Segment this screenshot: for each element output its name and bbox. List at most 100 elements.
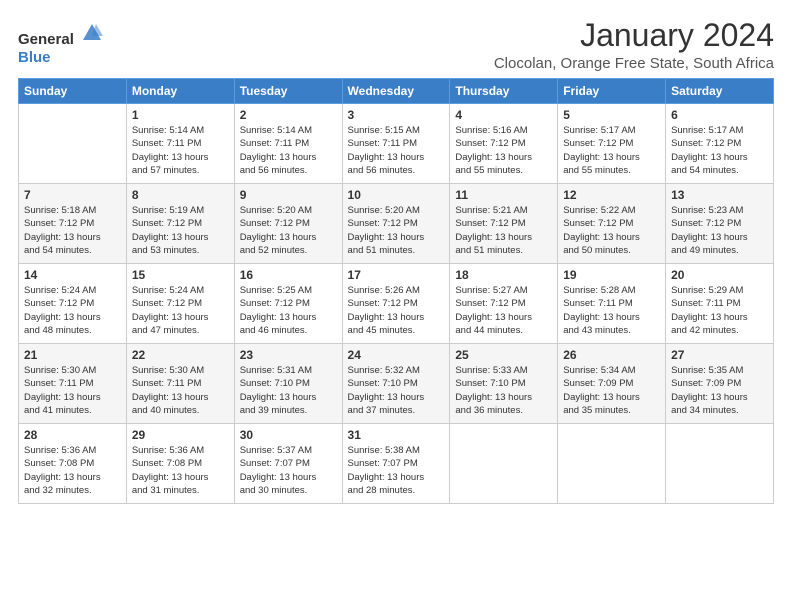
day-number: 3 (348, 108, 445, 122)
day-number: 17 (348, 268, 445, 282)
day-number: 10 (348, 188, 445, 202)
calendar-cell: 12 Sunrise: 5:22 AMSunset: 7:12 PMDayligh… (558, 184, 666, 264)
day-number: 13 (671, 188, 768, 202)
day-info: Sunrise: 5:35 AMSunset: 7:09 PMDaylight:… (671, 364, 768, 417)
logo-icon (81, 22, 103, 44)
page: General Blue January 2024 Clocolan, Oran… (0, 0, 792, 612)
calendar-cell: 11 Sunrise: 5:21 AMSunset: 7:12 PMDayligh… (450, 184, 558, 264)
calendar-cell (558, 424, 666, 504)
calendar-cell (450, 424, 558, 504)
weekday-header: Thursday (450, 79, 558, 104)
day-info: Sunrise: 5:26 AMSunset: 7:12 PMDaylight:… (348, 284, 445, 337)
day-number: 14 (24, 268, 121, 282)
weekday-header: Sunday (19, 79, 127, 104)
day-info: Sunrise: 5:34 AMSunset: 7:09 PMDaylight:… (563, 364, 660, 417)
day-info: Sunrise: 5:14 AMSunset: 7:11 PMDaylight:… (240, 124, 337, 177)
day-info: Sunrise: 5:27 AMSunset: 7:12 PMDaylight:… (455, 284, 552, 337)
day-number: 1 (132, 108, 229, 122)
calendar-cell: 7 Sunrise: 5:18 AMSunset: 7:12 PMDaylight… (19, 184, 127, 264)
calendar-cell: 25 Sunrise: 5:33 AMSunset: 7:10 PMDayligh… (450, 344, 558, 424)
calendar-cell: 28 Sunrise: 5:36 AMSunset: 7:08 PMDayligh… (19, 424, 127, 504)
day-info: Sunrise: 5:24 AMSunset: 7:12 PMDaylight:… (132, 284, 229, 337)
calendar-cell: 16Sunrise: 5:25 AMSunset: 7:12 PMDayligh… (234, 264, 342, 344)
weekday-header: Tuesday (234, 79, 342, 104)
day-number: 15 (132, 268, 229, 282)
day-info: Sunrise: 5:24 AMSunset: 7:12 PMDaylight:… (24, 284, 121, 337)
day-number: 20 (671, 268, 768, 282)
day-number: 9 (240, 188, 337, 202)
calendar-cell: 14 Sunrise: 5:24 AMSunset: 7:12 PMDayligh… (19, 264, 127, 344)
day-info: Sunrise: 5:19 AMSunset: 7:12 PMDaylight:… (132, 204, 229, 257)
calendar-cell: 31 Sunrise: 5:38 AMSunset: 7:07 PMDayligh… (342, 424, 450, 504)
day-info: Sunrise: 5:33 AMSunset: 7:10 PMDaylight:… (455, 364, 552, 417)
logo: General Blue (18, 22, 103, 67)
day-number: 29 (132, 428, 229, 442)
day-number: 2 (240, 108, 337, 122)
logo-general: General (18, 31, 74, 48)
calendar-cell: 9 Sunrise: 5:20 AMSunset: 7:12 PMDaylight… (234, 184, 342, 264)
day-info: Sunrise: 5:22 AMSunset: 7:12 PMDaylight:… (563, 204, 660, 257)
day-number: 19 (563, 268, 660, 282)
day-number: 30 (240, 428, 337, 442)
day-info: Sunrise: 5:38 AMSunset: 7:07 PMDaylight:… (348, 444, 445, 497)
day-info: Sunrise: 5:36 AMSunset: 7:08 PMDaylight:… (132, 444, 229, 497)
day-number: 12 (563, 188, 660, 202)
day-info: Sunrise: 5:20 AMSunset: 7:12 PMDaylight:… (348, 204, 445, 257)
day-info: Sunrise: 5:17 AMSunset: 7:12 PMDaylight:… (563, 124, 660, 177)
month-title: January 2024 (494, 18, 774, 53)
day-info: Sunrise: 5:25 AMSunset: 7:12 PMDaylight:… (240, 284, 337, 337)
day-number: 6 (671, 108, 768, 122)
day-number: 11 (455, 188, 552, 202)
day-info: Sunrise: 5:21 AMSunset: 7:12 PMDaylight:… (455, 204, 552, 257)
day-info: Sunrise: 5:16 AMSunset: 7:12 PMDaylight:… (455, 124, 552, 177)
calendar-cell: 27Sunrise: 5:35 AMSunset: 7:09 PMDayligh… (666, 344, 774, 424)
calendar-cell: 29 Sunrise: 5:36 AMSunset: 7:08 PMDayligh… (126, 424, 234, 504)
calendar-cell: 20Sunrise: 5:29 AMSunset: 7:11 PMDayligh… (666, 264, 774, 344)
calendar-cell: 2 Sunrise: 5:14 AMSunset: 7:11 PMDaylight… (234, 104, 342, 184)
day-info: Sunrise: 5:20 AMSunset: 7:12 PMDaylight:… (240, 204, 337, 257)
calendar-cell (666, 424, 774, 504)
day-number: 26 (563, 348, 660, 362)
day-info: Sunrise: 5:17 AMSunset: 7:12 PMDaylight:… (671, 124, 768, 177)
calendar-cell: 18Sunrise: 5:27 AMSunset: 7:12 PMDayligh… (450, 264, 558, 344)
day-number: 24 (348, 348, 445, 362)
day-number: 23 (240, 348, 337, 362)
calendar-cell: 23 Sunrise: 5:31 AMSunset: 7:10 PMDayligh… (234, 344, 342, 424)
day-info: Sunrise: 5:32 AMSunset: 7:10 PMDaylight:… (348, 364, 445, 417)
calendar-cell: 19 Sunrise: 5:28 AMSunset: 7:11 PMDayligh… (558, 264, 666, 344)
day-number: 7 (24, 188, 121, 202)
day-info: Sunrise: 5:30 AMSunset: 7:11 PMDaylight:… (132, 364, 229, 417)
calendar-cell: 10 Sunrise: 5:20 AMSunset: 7:12 PMDayligh… (342, 184, 450, 264)
day-number: 31 (348, 428, 445, 442)
day-info: Sunrise: 5:18 AMSunset: 7:12 PMDaylight:… (24, 204, 121, 257)
calendar-cell: 24 Sunrise: 5:32 AMSunset: 7:10 PMDayligh… (342, 344, 450, 424)
calendar-cell: 8 Sunrise: 5:19 AMSunset: 7:12 PMDaylight… (126, 184, 234, 264)
calendar-cell: 15 Sunrise: 5:24 AMSunset: 7:12 PMDayligh… (126, 264, 234, 344)
calendar-table: SundayMondayTuesdayWednesdayThursdayFrid… (18, 78, 774, 504)
calendar-cell: 4Sunrise: 5:16 AMSunset: 7:12 PMDaylight… (450, 104, 558, 184)
day-number: 8 (132, 188, 229, 202)
day-info: Sunrise: 5:30 AMSunset: 7:11 PMDaylight:… (24, 364, 121, 417)
weekday-header: Wednesday (342, 79, 450, 104)
logo-blue: Blue (18, 49, 51, 66)
day-number: 28 (24, 428, 121, 442)
day-number: 22 (132, 348, 229, 362)
day-info: Sunrise: 5:15 AMSunset: 7:11 PMDaylight:… (348, 124, 445, 177)
day-info: Sunrise: 5:36 AMSunset: 7:08 PMDaylight:… (24, 444, 121, 497)
day-info: Sunrise: 5:37 AMSunset: 7:07 PMDaylight:… (240, 444, 337, 497)
calendar-cell: 30 Sunrise: 5:37 AMSunset: 7:07 PMDayligh… (234, 424, 342, 504)
calendar-cell: 26 Sunrise: 5:34 AMSunset: 7:09 PMDayligh… (558, 344, 666, 424)
calendar-cell (19, 104, 127, 184)
weekday-header: Saturday (666, 79, 774, 104)
day-number: 21 (24, 348, 121, 362)
calendar-cell: 5 Sunrise: 5:17 AMSunset: 7:12 PMDaylight… (558, 104, 666, 184)
location-title: Clocolan, Orange Free State, South Afric… (494, 55, 774, 72)
weekday-header: Monday (126, 79, 234, 104)
day-info: Sunrise: 5:31 AMSunset: 7:10 PMDaylight:… (240, 364, 337, 417)
calendar-cell: 6 Sunrise: 5:17 AMSunset: 7:12 PMDaylight… (666, 104, 774, 184)
day-info: Sunrise: 5:28 AMSunset: 7:11 PMDaylight:… (563, 284, 660, 337)
day-number: 25 (455, 348, 552, 362)
calendar-cell: 21 Sunrise: 5:30 AMSunset: 7:11 PMDayligh… (19, 344, 127, 424)
weekday-header: Friday (558, 79, 666, 104)
day-number: 5 (563, 108, 660, 122)
